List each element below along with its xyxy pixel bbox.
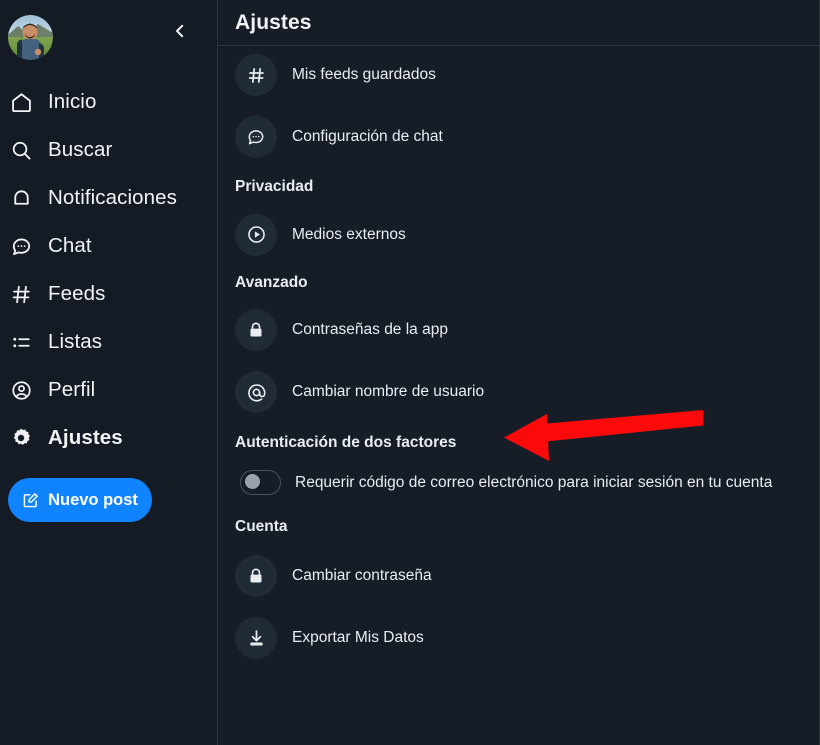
section-heading-cuenta: Cuenta (235, 517, 288, 535)
sidebar-item-chat[interactable]: Chat (0, 222, 217, 270)
main-panel: Ajustes Mis feeds guardados Configuració… (218, 0, 820, 745)
lock-icon (235, 554, 277, 597)
setting-row-label: Exportar Mis Datos (292, 629, 424, 647)
play-circle-icon (235, 213, 277, 256)
sidebar-item-inicio[interactable]: Inicio (0, 78, 217, 126)
sidebar-header (0, 0, 217, 70)
user-avatar-photo (8, 15, 53, 60)
settings-list: Mis feeds guardados Configuración de cha… (218, 46, 819, 669)
app-root: Inicio Buscar Notificaciones Chat Feeds … (0, 0, 820, 745)
sidebar-item-perfil[interactable]: Perfil (0, 366, 217, 414)
toggle-switch[interactable] (240, 470, 281, 495)
page-header: Ajustes (218, 0, 819, 46)
chevron-left-icon (176, 24, 184, 38)
chat-bubble-icon (235, 115, 277, 158)
sidebar-item-label: Inicio (48, 89, 97, 113)
setting-row-cambiar-nombre-de-usuario[interactable]: Cambiar nombre de usuario (218, 361, 819, 423)
sidebar-item-label: Notificaciones (48, 185, 178, 209)
chat-bubble-icon (8, 233, 34, 259)
setting-toggle-requerir-codigo[interactable]: Requerir código de correo electrónico pa… (218, 453, 819, 513)
gear-icon (8, 425, 34, 451)
sidebar-item-listas[interactable]: Listas (0, 318, 217, 366)
new-post-button[interactable]: Nuevo post (8, 478, 152, 522)
sidebar-item-label: Feeds (48, 281, 106, 305)
bell-icon (8, 185, 34, 211)
setting-row-label: Cambiar nombre de usuario (292, 383, 485, 401)
search-icon (8, 137, 34, 163)
setting-row-label: Medios externos (292, 225, 406, 243)
setting-toggle-label: Requerir código de correo electrónico pa… (295, 473, 773, 491)
sidebar-item-label: Buscar (48, 137, 113, 161)
list-icon (8, 329, 34, 355)
sidebar-item-notificaciones[interactable]: Notificaciones (0, 174, 217, 222)
at-sign-icon (235, 371, 277, 413)
new-post-label: Nuevo post (48, 490, 138, 509)
setting-row-configuracion-de-chat[interactable]: Configuración de chat (218, 104, 819, 169)
setting-row-cambiar-contrasena[interactable]: Cambiar contraseña (218, 544, 819, 607)
sidebar-item-feeds[interactable]: Feeds (0, 270, 217, 318)
setting-row-label: Configuración de chat (292, 127, 443, 145)
lock-icon (235, 309, 277, 351)
hashtag-icon (8, 281, 34, 307)
section-heading-avanzado: Avanzado (235, 273, 308, 291)
section-heading-privacidad: Privacidad (235, 178, 314, 195)
setting-row-label: Cambiar contraseña (292, 566, 432, 584)
setting-row-exportar-mis-datos[interactable]: Exportar Mis Datos (218, 607, 819, 669)
toggle-knob (244, 474, 260, 490)
sidebar-item-label: Listas (48, 329, 103, 353)
setting-row-label: Contraseñas de la app (292, 321, 448, 339)
sidebar-item-label: Chat (48, 233, 92, 257)
sidebar-collapse-button[interactable] (165, 16, 195, 46)
setting-row-mis-feeds-guardados[interactable]: Mis feeds guardados (218, 46, 819, 104)
compose-pencil-icon (22, 492, 39, 509)
sidebar-nav: Inicio Buscar Notificaciones Chat Feeds … (0, 70, 217, 522)
section-heading-autenticacion-de-dos-factores: Autenticación de dos factores (235, 434, 457, 451)
sidebar-item-label: Ajustes (48, 425, 123, 449)
hashtag-icon (235, 54, 277, 96)
setting-row-medios-externos[interactable]: Medios externos (218, 204, 819, 266)
home-icon (8, 89, 34, 115)
avatar[interactable] (8, 15, 53, 60)
user-circle-icon (8, 377, 34, 403)
sidebar-item-label: Perfil (48, 377, 96, 401)
sidebar-item-buscar[interactable]: Buscar (0, 126, 217, 174)
setting-row-contrasenas-de-la-app[interactable]: Contraseñas de la app (218, 299, 819, 361)
sidebar: Inicio Buscar Notificaciones Chat Feeds … (0, 0, 218, 745)
setting-row-label: Mis feeds guardados (292, 66, 436, 84)
download-icon (235, 617, 277, 659)
page-title: Ajustes (235, 10, 312, 34)
sidebar-item-ajustes[interactable]: Ajustes (0, 414, 217, 462)
